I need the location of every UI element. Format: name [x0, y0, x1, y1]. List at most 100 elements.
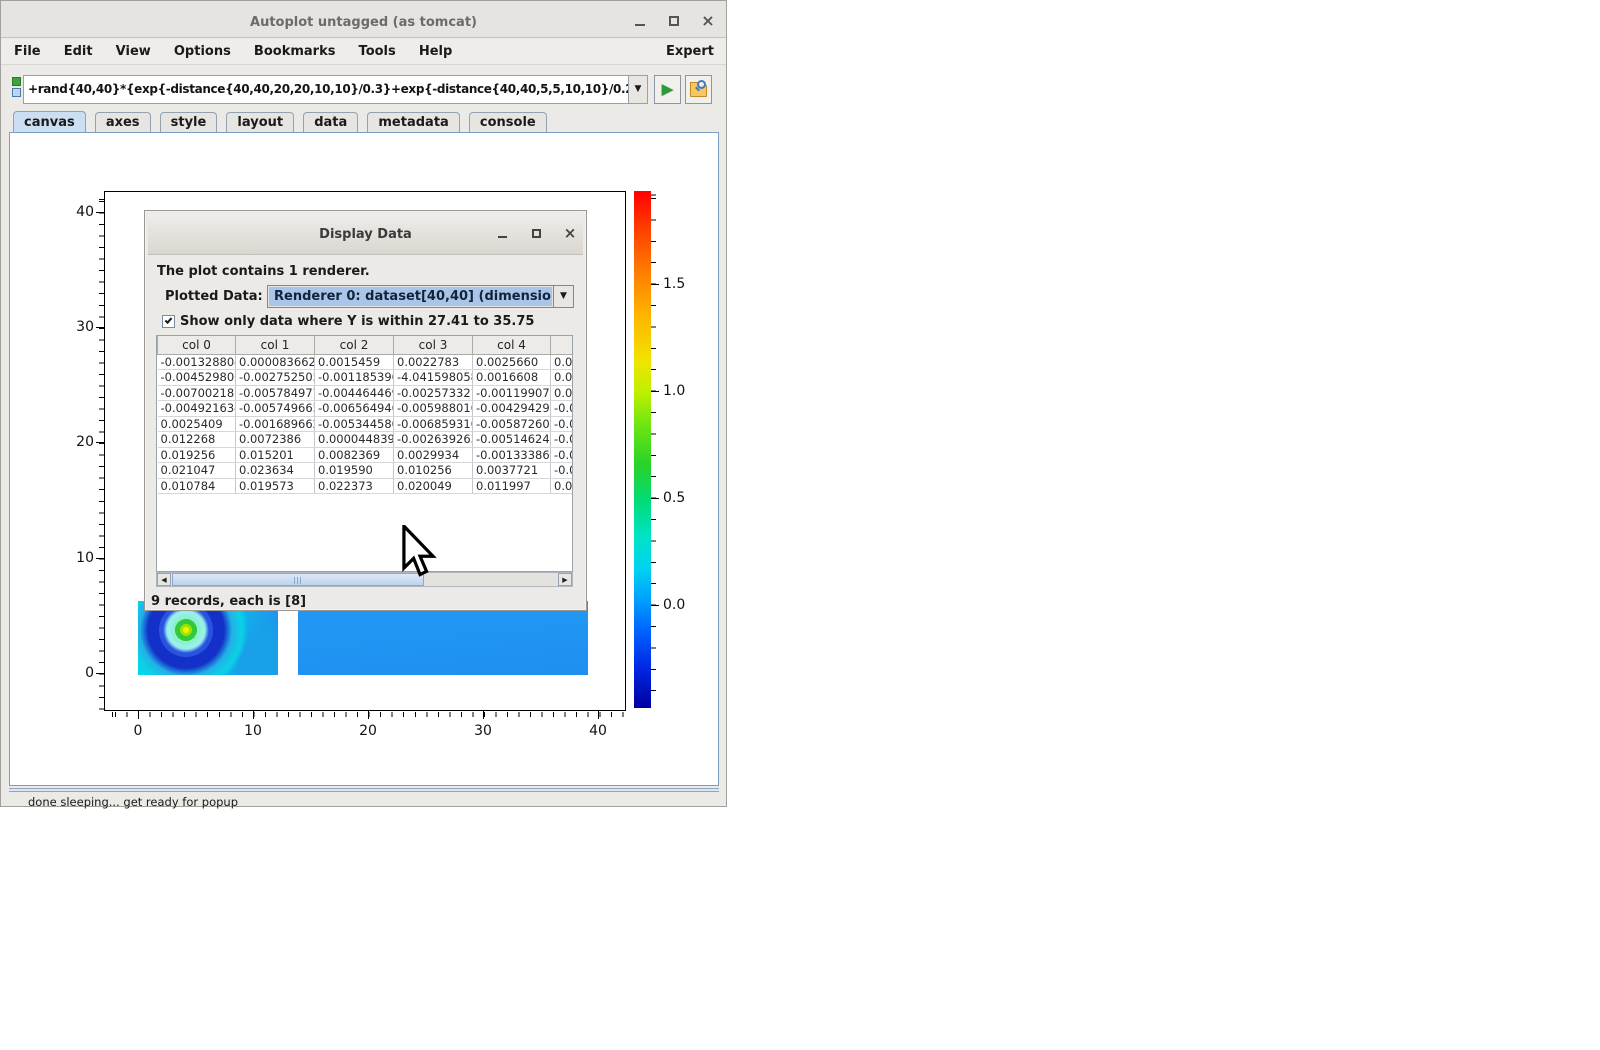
- table-cell[interactable]: 0.00: [551, 478, 574, 494]
- table-cell[interactable]: -0.0: [551, 447, 574, 463]
- table-cell[interactable]: -0.001328804...: [158, 354, 236, 370]
- table-column-header[interactable]: col 2: [315, 336, 394, 354]
- table-cell[interactable]: -0.007002187...: [158, 385, 236, 401]
- table-cell[interactable]: -0.0: [551, 432, 574, 448]
- table-column-header[interactable]: col 3: [394, 336, 473, 354]
- table-cell[interactable]: -4.041598058...: [394, 370, 473, 386]
- table-cell[interactable]: -0.005872606...: [473, 416, 551, 432]
- menu-item-edit[interactable]: Edit: [55, 39, 102, 59]
- uri-input[interactable]: +rand{40,40}*{exp{-distance{40,40,20,20,…: [23, 75, 629, 104]
- go-button[interactable]: ▶: [654, 75, 681, 104]
- filter-checkbox[interactable]: [162, 315, 175, 328]
- table-cell[interactable]: -0.001689662...: [236, 416, 315, 432]
- table-cell[interactable]: 0.0015459: [315, 354, 394, 370]
- dialog-close-icon[interactable]: ×: [560, 225, 580, 243]
- minimize-icon[interactable]: [629, 13, 651, 31]
- horizontal-scrollbar[interactable]: ◀ ▶: [156, 572, 573, 587]
- table-cell[interactable]: 0.011997: [473, 478, 551, 494]
- menu-item-bookmarks[interactable]: Bookmarks: [245, 39, 345, 59]
- menu-item-tools[interactable]: Tools: [350, 39, 405, 59]
- table-cell[interactable]: 0.010784: [158, 478, 236, 494]
- tab-style[interactable]: style: [160, 112, 218, 132]
- table-cell[interactable]: 0.000083662: [236, 354, 315, 370]
- x-axis-tick-label: 30: [463, 723, 503, 739]
- table-cell[interactable]: 0.00: [551, 370, 574, 386]
- table-cell[interactable]: 0.0082369: [315, 447, 394, 463]
- y-axis-tick: [96, 673, 104, 674]
- tab-axes[interactable]: axes: [95, 112, 151, 132]
- table-cell[interactable]: -0.005784977...: [236, 385, 315, 401]
- scrollbar-thumb[interactable]: [172, 573, 424, 586]
- table-cell[interactable]: 0.012268: [158, 432, 236, 448]
- close-icon[interactable]: ×: [697, 13, 719, 31]
- table-cell[interactable]: -0.0: [551, 416, 574, 432]
- table-cell[interactable]: -0.006859316...: [394, 416, 473, 432]
- dialog-maximize-icon[interactable]: [527, 225, 547, 243]
- table-cell[interactable]: 0.0029934: [394, 447, 473, 463]
- y-axis-tick: [96, 442, 104, 443]
- table-cell[interactable]: -0.004529800...: [158, 370, 236, 386]
- table-cell[interactable]: 0.0072386: [236, 432, 315, 448]
- table-cell[interactable]: 0.0025660: [473, 354, 551, 370]
- table-cell[interactable]: -0.004921634...: [158, 401, 236, 417]
- colorbar[interactable]: [634, 191, 651, 708]
- table-cell[interactable]: 0.023634: [236, 463, 315, 479]
- table-cell[interactable]: -0.004464469...: [315, 385, 394, 401]
- table-cell[interactable]: -0.005146240...: [473, 432, 551, 448]
- table-cell[interactable]: 0.015201: [236, 447, 315, 463]
- tab-layout[interactable]: layout: [226, 112, 294, 132]
- table-cell[interactable]: -0.005749665...: [236, 401, 315, 417]
- menu-item-file[interactable]: File: [5, 39, 50, 59]
- data-table-viewport[interactable]: col 0col 1col 2col 3col 4 -0.001328804..…: [156, 335, 573, 572]
- table-column-header[interactable]: col 4: [473, 336, 551, 354]
- table-cell[interactable]: -0.0: [551, 401, 574, 417]
- table-cell[interactable]: 0.00: [551, 354, 574, 370]
- tab-metadata[interactable]: metadata: [367, 112, 459, 132]
- table-cell[interactable]: 0.010256: [394, 463, 473, 479]
- table-cell[interactable]: 0.0037721: [473, 463, 551, 479]
- inspect-uri-button[interactable]: [685, 75, 712, 104]
- table-cell[interactable]: 0.0022783: [394, 354, 473, 370]
- table-cell[interactable]: 0.00: [551, 385, 574, 401]
- filter-checkbox-label[interactable]: Show only data where Y is within 27.41 t…: [180, 314, 534, 329]
- plotted-data-combobox[interactable]: Renderer 0: dataset[40,40] (dimension...…: [267, 285, 574, 308]
- table-cell[interactable]: 0.021047: [158, 463, 236, 479]
- scroll-left-icon[interactable]: ◀: [157, 573, 171, 586]
- tab-console[interactable]: console: [469, 112, 547, 132]
- menu-item-help[interactable]: Help: [410, 39, 461, 59]
- uri-dropdown-button[interactable]: ▼: [629, 75, 648, 104]
- table-cell[interactable]: 0.0016608: [473, 370, 551, 386]
- table-cell[interactable]: -0.004294298...: [473, 401, 551, 417]
- table-cell[interactable]: 0.000044839: [315, 432, 394, 448]
- table-column-header[interactable]: col 0: [158, 336, 236, 354]
- table-cell[interactable]: 0.0025409: [158, 416, 236, 432]
- scroll-right-icon[interactable]: ▶: [558, 573, 572, 586]
- table-cell[interactable]: 0.022373: [315, 478, 394, 494]
- table-cell[interactable]: 0.020049: [394, 478, 473, 494]
- table-column-header[interactable]: col 1: [236, 336, 315, 354]
- table-cell[interactable]: -0.005344580...: [315, 416, 394, 432]
- table-cell[interactable]: -0.005988016...: [394, 401, 473, 417]
- dialog-minimize-icon[interactable]: [493, 225, 513, 243]
- tab-data[interactable]: data: [303, 112, 358, 132]
- table-cell[interactable]: 0.019573: [236, 478, 315, 494]
- table-cell[interactable]: -0.0: [551, 463, 574, 479]
- table-cell[interactable]: 0.019256: [158, 447, 236, 463]
- table-cell[interactable]: -0.001185396...: [315, 370, 394, 386]
- table-cell[interactable]: -0.001199077...: [473, 385, 551, 401]
- table-cell[interactable]: -0.002752505...: [236, 370, 315, 386]
- table-cell[interactable]: 0.019590: [315, 463, 394, 479]
- window-titlebar[interactable]: Autoplot untagged (as tomcat) ×: [1, 1, 726, 38]
- menu-item-view[interactable]: View: [107, 39, 160, 59]
- table-cell[interactable]: -0.002639263...: [394, 432, 473, 448]
- x-axis-tick-label: 40: [578, 723, 618, 739]
- table-cell[interactable]: -0.001333864...: [473, 447, 551, 463]
- table-column-header[interactable]: [551, 336, 574, 354]
- menu-expert-toggle[interactable]: Expert: [666, 44, 714, 59]
- table-cell[interactable]: -0.006564946...: [315, 401, 394, 417]
- maximize-icon[interactable]: [663, 13, 685, 31]
- table-cell[interactable]: -0.002573321...: [394, 385, 473, 401]
- dialog-titlebar[interactable]: Display Data ×: [148, 214, 583, 255]
- menu-item-options[interactable]: Options: [165, 39, 240, 59]
- tab-canvas[interactable]: canvas: [13, 111, 86, 132]
